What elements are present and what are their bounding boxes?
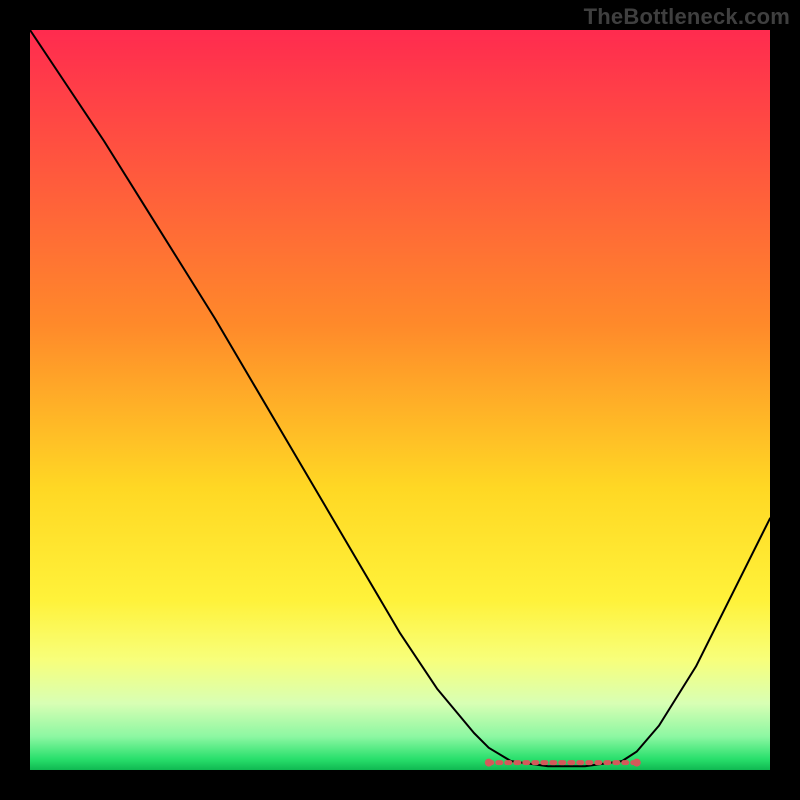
plot-area xyxy=(30,30,770,770)
chart-frame: TheBottleneck.com xyxy=(0,0,800,800)
chart-svg xyxy=(30,30,770,770)
watermark-text: TheBottleneck.com xyxy=(584,4,790,30)
chart-background-gradient xyxy=(30,30,770,770)
